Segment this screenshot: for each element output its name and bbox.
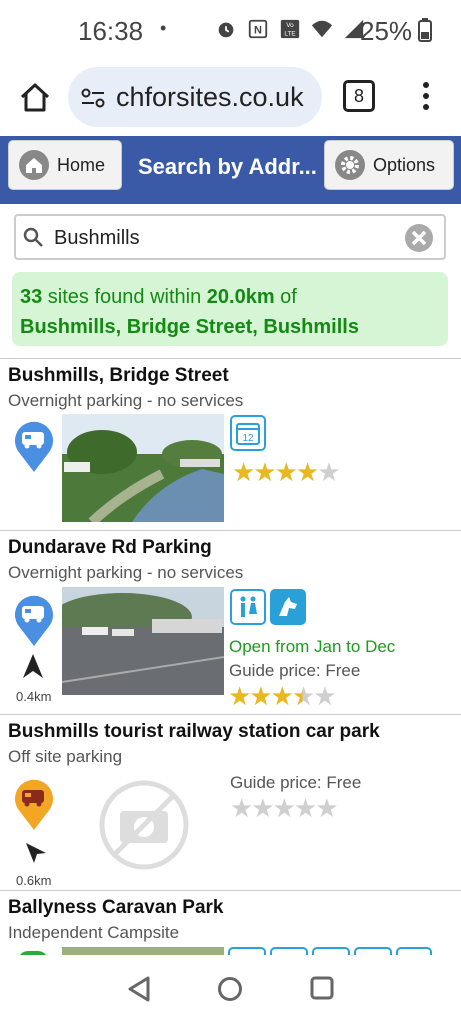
recents-icon[interactable] <box>310 976 334 1000</box>
system-nav-bar <box>0 955 461 1024</box>
site-photo[interactable] <box>62 587 224 695</box>
no-photo-icon <box>99 780 189 870</box>
results-distance: 20.0km <box>206 286 275 308</box>
svg-text:Vo: Vo <box>286 22 294 29</box>
site-name: Ballyness Caravan Park <box>8 897 224 918</box>
dogs-allowed-icon <box>270 589 306 625</box>
calendar-icon: 12 <box>230 415 266 451</box>
list-item[interactable]: Dundarave Rd Parking Overnight parking -… <box>0 530 461 715</box>
battery-percent: 25% <box>360 16 413 46</box>
site-name: Dundarave Rd Parking <box>8 537 212 558</box>
home-nav-icon[interactable] <box>217 976 243 1002</box>
site-name: Bushmills, Bridge Street <box>8 365 229 386</box>
status-bar: 16:38 • N Vo LTE 25% <box>0 0 461 62</box>
nfc-icon: N <box>248 19 268 39</box>
motorhome-pin-icon <box>15 595 53 646</box>
status-time: 16:38 <box>78 16 144 46</box>
toilets-icon <box>230 589 266 625</box>
site-type: Overnight parking - no services <box>8 391 244 410</box>
site-settings-icon[interactable] <box>80 85 106 111</box>
search-icon <box>23 227 43 247</box>
direction-arrow-icon <box>23 654 43 678</box>
back-icon[interactable] <box>126 975 152 1003</box>
svg-text:LTE: LTE <box>284 30 295 37</box>
more-options-icon[interactable] <box>416 78 436 114</box>
volte-icon: VoLTE <box>280 19 300 39</box>
results-count: 33 <box>20 286 43 308</box>
wifi-icon <box>311 20 333 38</box>
results-of: of <box>274 286 297 308</box>
star-rating: ★★★★★ <box>228 681 337 711</box>
tab-switcher-button[interactable]: 8 <box>343 80 375 112</box>
site-type: Off site parking <box>8 747 123 766</box>
open-period: Open from Jan to Dec <box>229 637 396 656</box>
list-item[interactable]: Bushmills, Bridge Street Overnight parki… <box>0 358 461 531</box>
search-input[interactable] <box>52 222 396 254</box>
results-location: Bushmills, Bridge Street, Bushmills <box>20 316 359 338</box>
address-bar[interactable]: chforsites.co.uk <box>68 67 322 127</box>
guide-price: Guide price: Free <box>229 661 361 680</box>
url-text: chforsites.co.uk <box>116 82 304 112</box>
status-dot: • <box>160 18 167 38</box>
house-icon <box>19 150 49 180</box>
star-rating: ★★★★★ <box>232 457 341 487</box>
motorhome-pin-icon <box>15 421 53 472</box>
status-icons: N Vo LTE <box>215 18 365 40</box>
home-button[interactable]: Home <box>8 140 122 190</box>
caravan-pin-icon <box>15 779 53 830</box>
svg-text:N: N <box>254 25 262 37</box>
site-name: Bushmills tourist railway station car pa… <box>8 721 380 742</box>
options-button[interactable]: Options <box>324 140 454 190</box>
site-photo[interactable] <box>62 414 224 522</box>
clear-search-icon[interactable] <box>404 223 434 253</box>
star-rating: ★★★★★ <box>230 793 339 823</box>
page-title: Search by Addr... <box>138 154 317 179</box>
app-header: Home Search by Addr... Options <box>0 136 461 204</box>
site-distance: 0.4km <box>16 689 52 704</box>
results-summary: 33 sites found within 20.0km of Bushmill… <box>12 272 448 346</box>
gear-icon <box>335 150 365 180</box>
home-icon[interactable] <box>18 80 52 114</box>
site-type: Overnight parking - no services <box>8 563 244 582</box>
guide-price: Guide price: Free <box>230 773 362 792</box>
alarm-icon <box>218 22 234 38</box>
site-type: Independent Campsite <box>8 923 180 942</box>
results-text: sites found within <box>42 286 207 308</box>
battery-icon <box>418 18 432 42</box>
site-distance: 0.6km <box>16 873 52 888</box>
options-button-label: Options <box>373 154 436 175</box>
direction-arrow-icon <box>26 843 46 863</box>
browser-toolbar: chforsites.co.uk 8 <box>0 62 461 136</box>
search-box <box>14 214 446 260</box>
home-button-label: Home <box>57 154 106 175</box>
calendar-day: 12 <box>242 433 254 444</box>
list-item[interactable]: Bushmills tourist railway station car pa… <box>0 714 461 891</box>
